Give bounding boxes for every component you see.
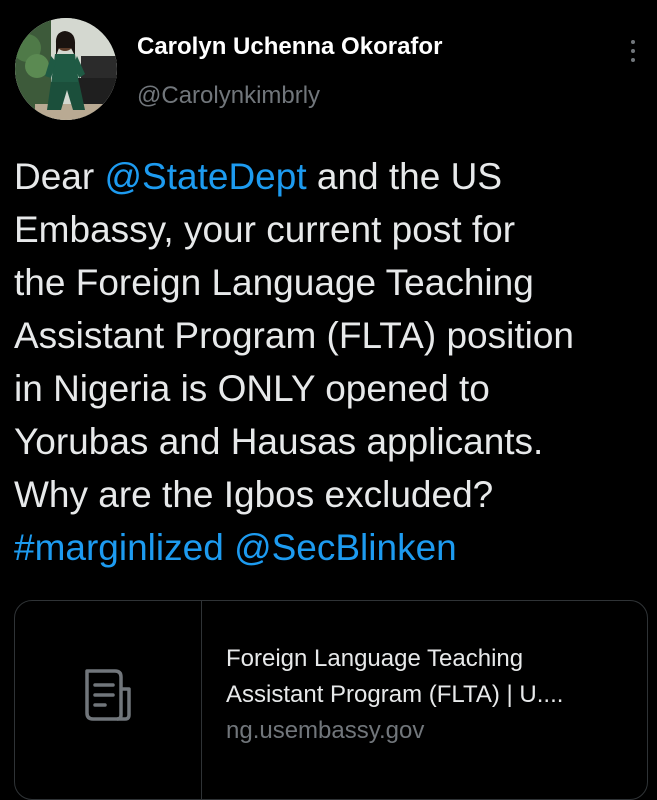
author-handle[interactable]: @Carolynkimbrly bbox=[137, 82, 320, 110]
card-thumbnail bbox=[15, 601, 202, 799]
more-vertical-icon-dot bbox=[631, 49, 635, 53]
hashtag-link[interactable]: #marginlized bbox=[14, 527, 224, 568]
tweet-text-segment: Dear bbox=[14, 156, 105, 197]
tweet-text-segment: the Foreign Language Teaching bbox=[14, 262, 534, 303]
avatar-photo bbox=[15, 18, 117, 120]
tweet-text-segment: in Nigeria is ONLY opened to bbox=[14, 368, 490, 409]
avatar[interactable] bbox=[15, 18, 117, 120]
card-title-line: Foreign Language Teaching bbox=[226, 645, 524, 672]
tweet-text-line: Yorubas and Hausas applicants. bbox=[14, 415, 654, 468]
tweet-text-line: in Nigeria is ONLY opened to bbox=[14, 362, 654, 415]
card-title: Foreign Language Teaching Assistant Prog… bbox=[226, 641, 636, 713]
tweet-text-line: the Foreign Language Teaching bbox=[14, 256, 654, 309]
more-options-button[interactable] bbox=[618, 34, 648, 68]
tweet-text-segment: and the US bbox=[306, 156, 502, 197]
document-icon bbox=[85, 669, 131, 721]
tweet-text-segment: Assistant Program (FLTA) position bbox=[14, 315, 574, 356]
link-card[interactable]: Foreign Language Teaching Assistant Prog… bbox=[14, 600, 648, 800]
mention-link[interactable]: @StateDept bbox=[104, 156, 306, 197]
author-name[interactable]: Carolyn Uchenna Okorafor bbox=[137, 33, 442, 61]
tweet-text-segment: Why are the Igbos excluded? bbox=[14, 474, 494, 515]
tweet: Carolyn Uchenna Okorafor @Carolynkimbrly… bbox=[0, 0, 657, 800]
tweet-text-line: Embassy, your current post for bbox=[14, 203, 654, 256]
more-vertical-icon-dot bbox=[631, 58, 635, 62]
tweet-text-line: Dear @StateDept and the US bbox=[14, 150, 654, 203]
tweet-text-line: #marginlized @SecBlinken bbox=[14, 521, 654, 574]
tweet-text: Dear @StateDept and the US Embassy, your … bbox=[14, 150, 654, 574]
card-body: Foreign Language Teaching Assistant Prog… bbox=[226, 641, 636, 749]
tweet-text-segment bbox=[224, 527, 234, 568]
card-title-line: Assistant Program (FLTA) | U.... bbox=[226, 681, 564, 708]
tweet-text-segment: Embassy, your current post for bbox=[14, 209, 516, 250]
tweet-text-segment: Yorubas and Hausas applicants. bbox=[14, 421, 544, 462]
tweet-text-line: Assistant Program (FLTA) position bbox=[14, 309, 654, 362]
tweet-text-line: Why are the Igbos excluded? bbox=[14, 468, 654, 521]
mention-link[interactable]: @SecBlinken bbox=[234, 527, 457, 568]
card-domain: ng.usembassy.gov bbox=[226, 717, 425, 744]
more-vertical-icon bbox=[631, 40, 635, 44]
